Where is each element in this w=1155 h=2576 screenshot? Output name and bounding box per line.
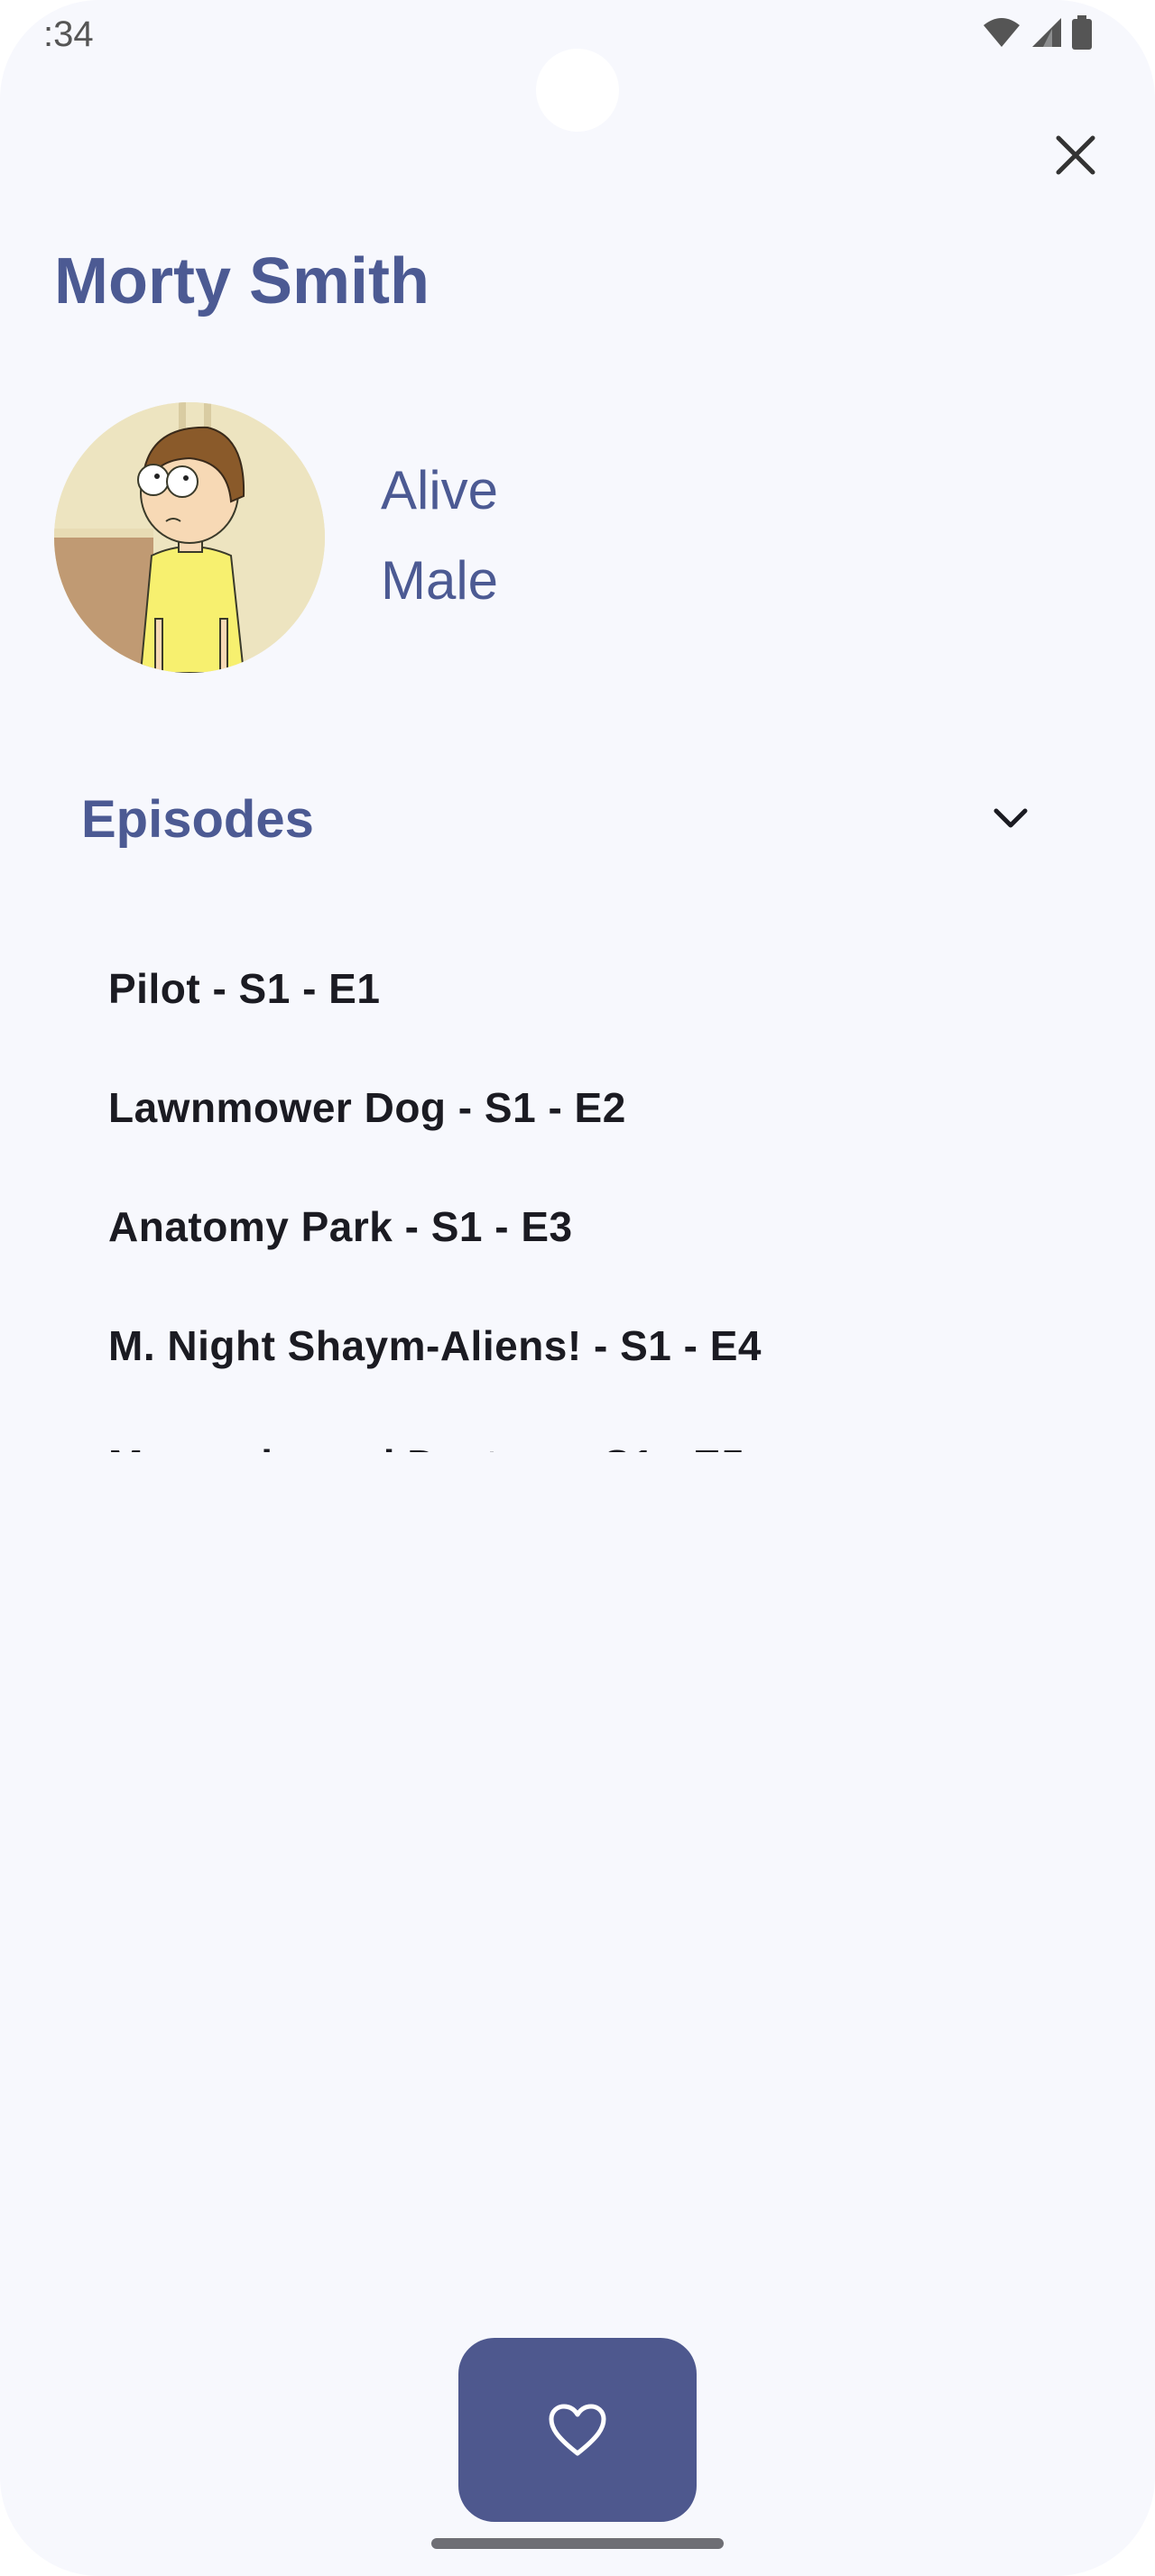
episode-item[interactable]: Pilot - S1 - E1: [108, 929, 1047, 1048]
close-button[interactable]: [1038, 117, 1113, 193]
camera-cutout: [536, 49, 619, 132]
signal-icon: [1030, 16, 1063, 53]
home-indicator[interactable]: [431, 2538, 724, 2549]
character-gender: Male: [381, 550, 499, 611]
character-detail-screen: :34 Morty Smith Alive Male Episodes Pilo…: [0, 0, 1155, 2576]
favorite-button[interactable]: [458, 2338, 697, 2522]
episode-list: Pilot - S1 - E1 Lawnmower Dog - S1 - E2 …: [108, 929, 1047, 1452]
heart-icon: [549, 2404, 606, 2456]
status-time: :34: [43, 14, 94, 54]
chevron-down-icon: [984, 792, 1038, 846]
close-icon: [1056, 135, 1095, 175]
wifi-icon: [982, 16, 1021, 53]
episode-item[interactable]: M. Night Shaym-Aliens! - S1 - E4: [108, 1286, 1047, 1405]
episodes-title: Episodes: [81, 789, 314, 849]
battery-icon: [1072, 14, 1092, 54]
episode-item[interactable]: Lawnmower Dog - S1 - E2: [108, 1048, 1047, 1167]
character-name: Morty Smith: [54, 245, 430, 317]
episode-item[interactable]: Meeseeks and Destroy - S1 - E5: [108, 1405, 1047, 1452]
status-icons: [982, 13, 1092, 56]
episodes-toggle[interactable]: Episodes: [81, 774, 1038, 864]
character-status: Alive: [381, 460, 499, 520]
episode-item[interactable]: Anatomy Park - S1 - E3: [108, 1167, 1047, 1286]
character-avatar: [54, 402, 325, 673]
